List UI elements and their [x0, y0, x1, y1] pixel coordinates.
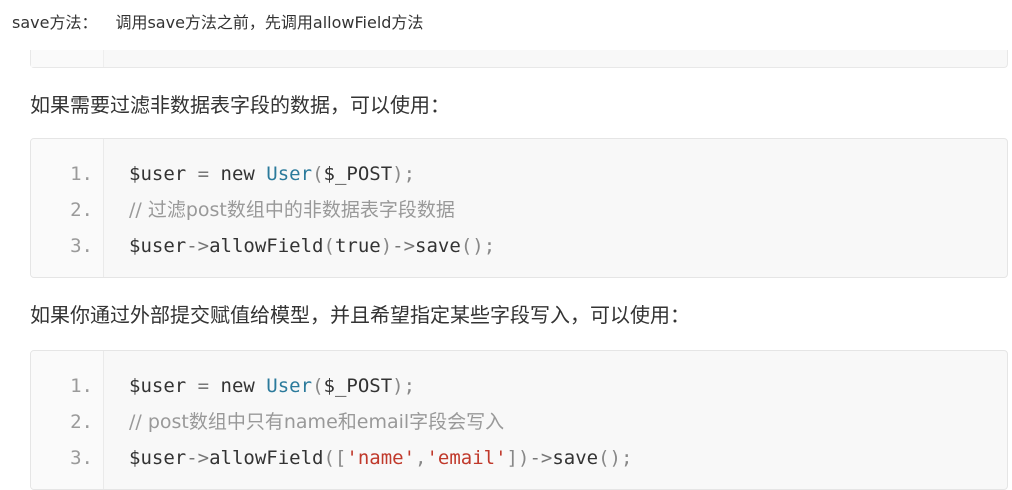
code-line: 2. // 过滤post数组中的非数据表字段数据: [31, 192, 455, 228]
code-token-punc: (: [323, 235, 335, 257]
line-number: 1.: [70, 163, 93, 185]
code-token-op: =: [186, 163, 221, 185]
code-text: $user = new User($_POST);: [129, 156, 415, 192]
code-token-str: 'name': [346, 447, 416, 469]
code-token-kw: new: [220, 375, 267, 397]
previous-code-block-fragment: [30, 50, 1008, 68]
code-token-var: $user: [129, 163, 187, 185]
paragraph-filter-fields: 如果需要过滤非数据表字段的数据，可以使用：: [30, 93, 450, 117]
code-token-punc: ]): [506, 447, 530, 469]
code-token-op: ->: [392, 235, 416, 257]
line-number: 2.: [70, 199, 93, 221]
code-text: // 过滤post数组中的非数据表字段数据: [129, 192, 455, 228]
code-token-punc: (: [312, 375, 324, 397]
code-token-plain: save: [552, 447, 599, 469]
code-token-op: =: [186, 375, 221, 397]
line-number: 1.: [70, 375, 93, 397]
code-line: 3. $user->allowField(['name','email'])->…: [31, 440, 632, 476]
code-token-punc: ,: [415, 447, 427, 469]
line-number: 3.: [70, 447, 93, 469]
code-block: 1. $user = new User($_POST); 2. // 过滤pos…: [30, 138, 1008, 278]
code-line: 3. $user->allowField(true)->save();: [31, 228, 495, 264]
code-token-str: 'email': [426, 447, 507, 469]
code-token-punc: ): [380, 235, 393, 257]
code-gutter: [31, 50, 104, 67]
code-token-punc: (: [312, 163, 324, 185]
code-token-punc: ();: [598, 447, 633, 469]
code-token-comment: // post数组中只有name和email字段会写入: [129, 411, 505, 433]
code-token-op: ->: [186, 235, 210, 257]
code-token-var: $user: [129, 375, 187, 397]
header-label: save方法：: [12, 13, 98, 32]
code-token-punc: ();: [460, 235, 496, 257]
code-block: 1. $user = new User($_POST); 2. // post数…: [30, 350, 1008, 490]
code-token-punc: );: [392, 375, 416, 397]
code-token-cls: User: [266, 163, 313, 185]
code-line: 1. $user = new User($_POST);: [31, 156, 415, 192]
code-token-kw: true: [334, 235, 381, 257]
paragraph-specify-fields: 如果你通过外部提交赋值给模型，并且希望指定某些字段写入，可以使用：: [30, 303, 690, 327]
code-token-plain: save: [415, 235, 461, 257]
code-line: 1. $user = new User($_POST);: [31, 368, 415, 404]
code-token-op: ->: [186, 447, 210, 469]
code-token-cls: User: [266, 375, 313, 397]
code-token-plain: allowField: [209, 235, 324, 257]
header-line: save方法： 调用save方法之前，先调用allowField方法: [12, 8, 423, 38]
code-token-plain: allowField: [209, 447, 324, 469]
line-number: 2.: [70, 411, 93, 433]
code-text: $user = new User($_POST);: [129, 368, 415, 404]
code-text: // post数组中只有name和email字段会写入: [129, 404, 504, 440]
code-token-var: $_POST: [323, 375, 393, 397]
code-token-var: $user: [129, 235, 187, 257]
line-number: 3.: [70, 235, 93, 257]
code-line: 2. // post数组中只有name和email字段会写入: [31, 404, 504, 440]
code-token-punc: );: [392, 163, 416, 185]
code-token-comment: // 过滤post数组中的非数据表字段数据: [129, 199, 455, 221]
code-token-op: ->: [529, 447, 553, 469]
code-token-var: $_POST: [323, 163, 393, 185]
code-token-var: $user: [129, 447, 187, 469]
code-text: $user->allowField(true)->save();: [129, 228, 495, 264]
code-token-punc: ([: [323, 447, 347, 469]
code-text: $user->allowField(['name','email'])->sav…: [129, 440, 632, 476]
header-text: 调用save方法之前，先调用allowField方法: [115, 13, 424, 32]
code-token-kw: new: [220, 163, 267, 185]
